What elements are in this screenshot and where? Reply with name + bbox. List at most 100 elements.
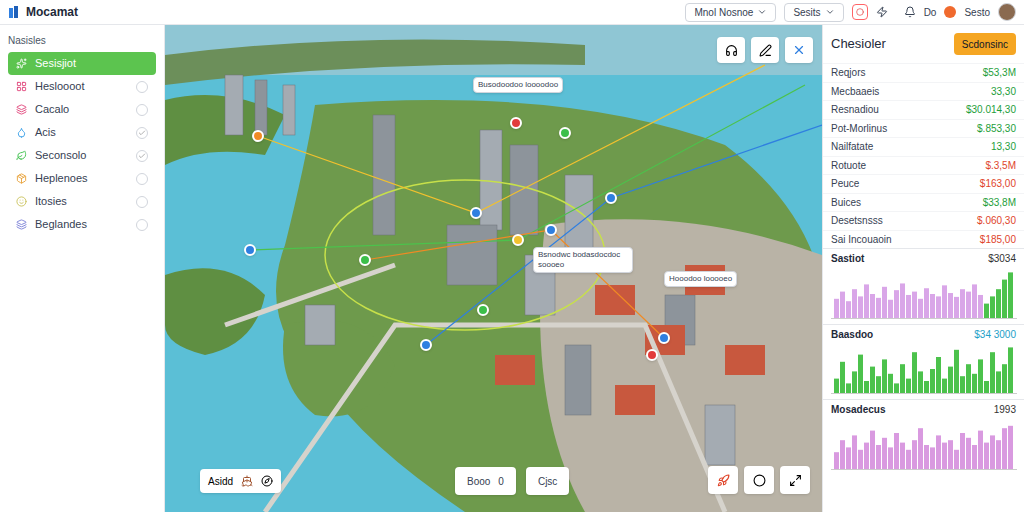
check-circle-icon[interactable] xyxy=(136,173,148,185)
sidebar-item[interactable]: Heplenoes xyxy=(8,167,156,190)
check-circle-icon[interactable] xyxy=(136,104,148,116)
logo[interactable]: Mocamat xyxy=(8,3,78,21)
sidebar-item[interactable]: Itosies xyxy=(8,190,156,213)
sidebar-item[interactable]: Sesisjiot xyxy=(8,52,156,75)
stat-row: Sai Incouaoin$185,00 xyxy=(823,230,1024,249)
sidebar-item[interactable]: Beglandes xyxy=(8,213,156,236)
check-circle-icon[interactable] xyxy=(136,196,148,208)
check-circle-icon[interactable] xyxy=(136,150,148,162)
map-pin-icon[interactable] xyxy=(477,304,489,316)
map-pin-icon[interactable] xyxy=(470,207,482,219)
chart-bar xyxy=(870,430,875,468)
sidebar-item[interactable]: Acis xyxy=(8,121,156,144)
chart-bar xyxy=(894,290,899,318)
rocket-icon xyxy=(717,474,730,487)
chart-bar xyxy=(1008,425,1013,468)
map[interactable]: Busodoodoo loooodoo Bsnodwc bodasdocdoc s… xyxy=(165,25,822,512)
chart-bar xyxy=(972,374,977,393)
map-pin-icon[interactable] xyxy=(559,127,571,139)
boat-icon[interactable] xyxy=(241,475,253,487)
record-icon[interactable] xyxy=(852,4,868,20)
chart-bar xyxy=(966,437,971,468)
chart-bar xyxy=(996,371,1001,393)
dropdown-button[interactable]: Sesits xyxy=(784,3,843,22)
check-circle-icon[interactable] xyxy=(136,127,148,139)
chart-bar xyxy=(906,449,911,468)
chart-bar xyxy=(888,299,893,317)
chart-title: Mosadecus xyxy=(831,404,885,417)
chart-bar xyxy=(846,447,851,469)
chart-bar xyxy=(948,293,953,318)
chart: Baasdoo$34 3000 xyxy=(823,324,1024,400)
chart-bar xyxy=(918,428,923,469)
chart-bar xyxy=(954,449,959,468)
tool-label[interactable]: Asidd xyxy=(208,474,233,489)
map-label[interactable]: Busodoodoo loooodoo xyxy=(473,77,563,93)
map-pin-icon[interactable] xyxy=(545,224,557,236)
zap-icon[interactable] xyxy=(876,6,888,18)
app-icon[interactable] xyxy=(944,6,956,18)
chart-bar xyxy=(852,289,857,318)
chart-value: 1993 xyxy=(994,404,1016,417)
map-button[interactable]: Booo0 xyxy=(455,467,516,495)
app: MocamatMnol NosnoeSesitsDoSestoNasislesS… xyxy=(0,0,1024,512)
map-pin-icon[interactable] xyxy=(252,130,264,142)
check-circle-icon[interactable] xyxy=(136,81,148,93)
headphones-icon xyxy=(725,44,738,57)
check-circle-icon[interactable] xyxy=(136,219,148,231)
chart-bar xyxy=(864,442,869,468)
rocket-button[interactable] xyxy=(708,466,738,494)
close-button[interactable] xyxy=(785,37,813,63)
chart-bar xyxy=(942,285,947,318)
headphones-button[interactable] xyxy=(717,37,745,63)
circle-icon xyxy=(753,474,766,487)
circle-button[interactable] xyxy=(744,466,774,494)
chart-bar xyxy=(852,371,857,393)
map-pin-icon[interactable] xyxy=(646,349,658,361)
map-pin-icon[interactable] xyxy=(359,254,371,266)
map-pin-icon[interactable] xyxy=(244,244,256,256)
map-pin-icon[interactable] xyxy=(420,339,432,351)
chart-bar xyxy=(966,291,971,317)
category-icon xyxy=(16,219,27,230)
chart-bar xyxy=(972,284,977,318)
sync-button[interactable]: Scdonsinc xyxy=(954,33,1016,55)
chart-bar xyxy=(876,445,881,469)
map-label[interactable]: Hooodoo looooeo xyxy=(664,271,737,287)
chart-bar xyxy=(924,445,929,469)
map-pin-icon[interactable] xyxy=(658,332,670,344)
chart-bar xyxy=(1008,347,1013,393)
sidebar-item[interactable]: Hesloooot xyxy=(8,75,156,98)
chart-bar xyxy=(882,286,887,317)
sidebar-item[interactable]: Cacalo xyxy=(8,98,156,121)
map-pin-icon[interactable] xyxy=(605,192,617,204)
chart-bar xyxy=(978,359,983,393)
map-pin-icon[interactable] xyxy=(510,117,522,129)
map-button[interactable]: Cjsc xyxy=(526,467,569,495)
chart-bar xyxy=(984,442,989,468)
map-label[interactable]: Bsnodwc bodasdocdoc soooeo xyxy=(533,247,633,273)
stat-row: Buices$33,8M xyxy=(823,193,1024,212)
chart-bar xyxy=(954,296,959,317)
stat-row: Mecbaaeis33,30 xyxy=(823,82,1024,101)
fullscreen-button[interactable] xyxy=(780,466,810,494)
chart-value: $3034 xyxy=(988,253,1016,266)
chart-bar xyxy=(834,452,839,469)
category-icon xyxy=(16,173,27,184)
user-name[interactable]: Sesto xyxy=(964,5,990,20)
user-name[interactable]: Do xyxy=(924,5,937,20)
sidebar-item[interactable]: Seconsolo xyxy=(8,144,156,167)
chart-bar xyxy=(894,383,899,393)
dropdown-button[interactable]: Mnol Nosnoe xyxy=(685,3,776,22)
chart-bar xyxy=(1002,364,1007,393)
compass-icon[interactable] xyxy=(261,475,273,487)
bell-icon[interactable] xyxy=(904,6,916,18)
chart-bar xyxy=(840,291,845,317)
edit-button[interactable] xyxy=(751,37,779,63)
chart-bar xyxy=(888,374,893,393)
button-badge: 0 xyxy=(498,474,504,489)
map-pin-icon[interactable] xyxy=(512,234,524,246)
chart-bar xyxy=(930,369,935,393)
avatar-icon[interactable] xyxy=(998,3,1016,21)
bar-chart xyxy=(831,343,1017,395)
